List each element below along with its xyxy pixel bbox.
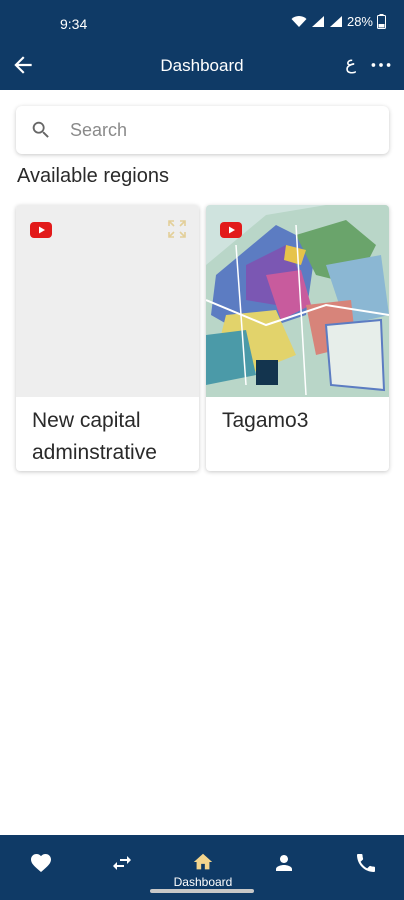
app-bar: Dashboard ع [0, 40, 404, 90]
home-icon [193, 853, 213, 870]
nav-profile[interactable] [259, 835, 309, 900]
signal-icon [311, 16, 324, 27]
more-options-icon[interactable] [368, 52, 394, 78]
signal-icon-2 [329, 16, 342, 27]
section-title: Available regions [17, 165, 169, 187]
page-title: Dashboard [160, 56, 244, 75]
youtube-icon[interactable] [30, 222, 52, 238]
status-icons: 28% [291, 14, 386, 29]
language-toggle[interactable]: ع [345, 53, 356, 74]
nav-contact[interactable] [341, 835, 391, 900]
nav-favorites[interactable] [16, 835, 66, 900]
nav-compare[interactable] [97, 835, 147, 900]
nav-dashboard-label: Dashboard [173, 875, 233, 889]
home-indicator [150, 889, 254, 893]
youtube-icon[interactable] [220, 222, 242, 238]
status-bar: 9:34 28% [0, 0, 404, 40]
search-input[interactable] [70, 114, 370, 146]
swap-icon [113, 856, 131, 870]
region-name: New capital adminstrative [32, 409, 157, 464]
region-name: Tagamo3 [222, 409, 309, 432]
battery-text: 28% [346, 14, 373, 29]
region-card[interactable]: Tagamo3 [206, 205, 389, 471]
search-icon [32, 121, 49, 138]
status-time: 9:34 [60, 16, 88, 32]
search-bar[interactable] [16, 106, 389, 154]
phone-icon [357, 854, 375, 872]
region-card[interactable]: New capital adminstrative [16, 205, 199, 471]
wifi-icon [291, 16, 307, 27]
expand-icon[interactable] [167, 219, 187, 239]
heart-icon [31, 854, 51, 872]
battery-icon [377, 14, 386, 29]
person-icon [276, 855, 292, 871]
